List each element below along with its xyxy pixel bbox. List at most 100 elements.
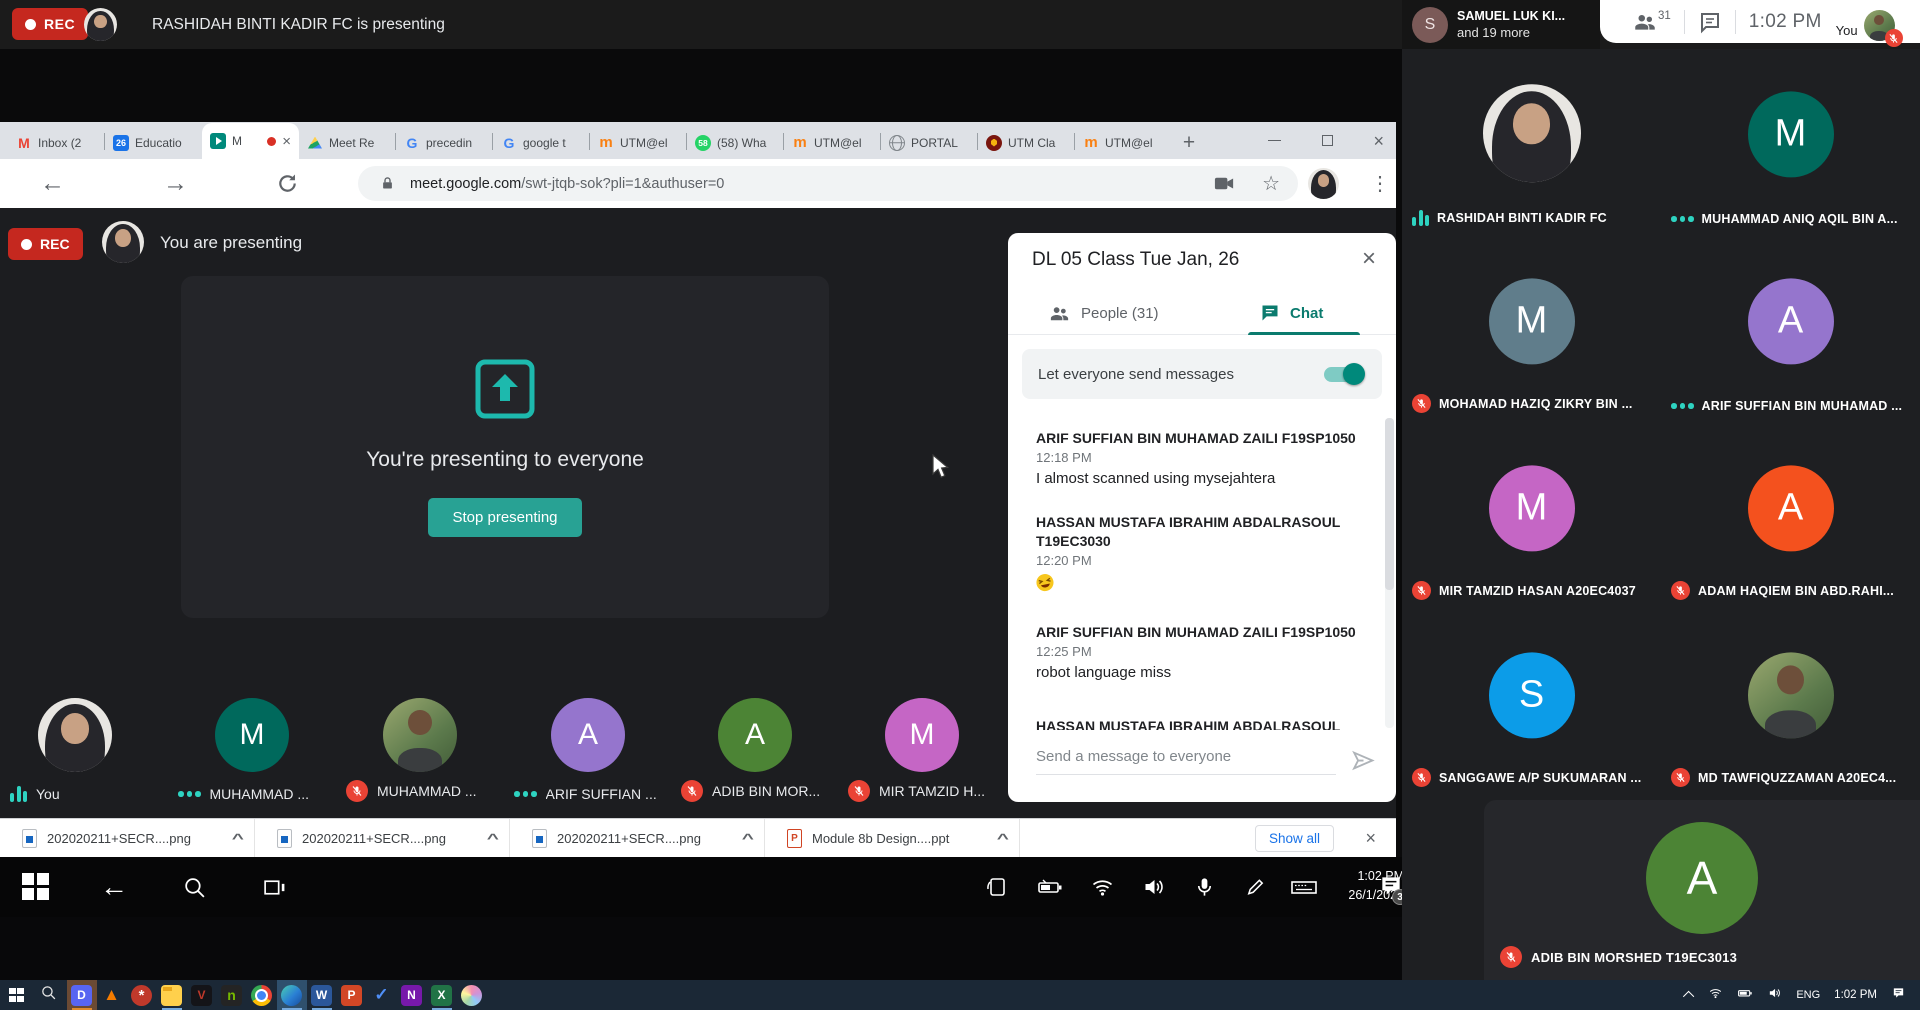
stop-presenting-button[interactable]: Stop presenting — [428, 498, 581, 537]
network-icon[interactable] — [1708, 986, 1723, 1005]
tab-people[interactable]: People (31) — [1048, 291, 1159, 335]
participant-tile[interactable]: M MUHAMMAD ... — [168, 698, 336, 806]
battery-icon[interactable] — [1037, 875, 1063, 904]
participant-tile[interactable]: M MIR TAMZID HASAN A20EC4037 — [1402, 423, 1661, 610]
browser-tab[interactable]: PORTAL — [881, 126, 978, 159]
restore-icon[interactable] — [1322, 135, 1333, 146]
speaker-icon[interactable] — [1141, 875, 1166, 904]
mic-muted-icon — [1671, 768, 1690, 787]
chat-message-input[interactable] — [1036, 738, 1336, 775]
participant-tile[interactable]: A ADIB BIN MOR... — [671, 698, 839, 806]
bookmark-star-icon[interactable]: ☆ — [1262, 171, 1280, 196]
tab-close-icon[interactable]: × — [282, 133, 291, 150]
microphone-icon[interactable] — [1193, 875, 1216, 904]
download-menu-caret-icon[interactable]: ^ — [487, 831, 499, 846]
participant-tile[interactable]: You — [0, 698, 150, 806]
clock[interactable]: 1:02 PM — [1834, 989, 1877, 1001]
participant-tile[interactable]: M MIR TAMZID H... — [838, 698, 1006, 806]
download-item[interactable]: 202020211+SECR....png ^ — [510, 819, 765, 857]
task-view-icon[interactable] — [262, 875, 287, 905]
search-icon[interactable] — [40, 984, 57, 1006]
tray-expand-icon[interactable] — [1683, 991, 1694, 1002]
chat-scrollbar[interactable] — [1385, 418, 1394, 728]
participant-tile[interactable]: A ADAM HAQIEM BIN ABD.RAHI... — [1661, 423, 1920, 610]
word-taskbar-icon[interactable] — [307, 980, 337, 1010]
download-item[interactable]: Module 8b Design....ppt ^ — [765, 819, 1020, 857]
browser-tab[interactable]: 58 (58) Wha — [687, 126, 784, 159]
minimize-icon[interactable] — [1268, 140, 1281, 142]
participant-name: ADIB BIN MOR... — [712, 783, 820, 799]
touch-keyboard-icon[interactable] — [1290, 875, 1318, 904]
language-indicator[interactable]: ENG — [1796, 989, 1820, 1001]
edge-taskbar-icon[interactable] — [277, 980, 307, 1010]
browser-tab[interactable]: Meet Re — [299, 126, 396, 159]
participant-tile[interactable]: S SANGGAWE A/P SUKUMARAN ... — [1402, 610, 1661, 797]
presenting-header: You are presenting — [160, 208, 302, 278]
close-window-icon[interactable]: × — [1373, 132, 1384, 150]
speaker-icon[interactable] — [1767, 986, 1782, 1005]
game-app-taskbar-icon[interactable] — [187, 980, 217, 1010]
paint-taskbar-icon[interactable] — [457, 980, 487, 1010]
participants-button[interactable]: 31 — [1632, 9, 1671, 35]
nvidia-taskbar-icon[interactable] — [217, 980, 247, 1010]
download-menu-caret-icon[interactable]: ^ — [997, 831, 1009, 846]
browser-profile-avatar[interactable] — [1308, 168, 1339, 199]
new-tab-button[interactable]: + — [1172, 126, 1206, 159]
start-button[interactable] — [22, 873, 49, 900]
participant-tile[interactable]: M MUHAMMAD ANIQ AQIL BIN A... — [1661, 49, 1920, 236]
file-explorer-taskbar-icon[interactable] — [157, 980, 187, 1010]
participant-tile[interactable]: A ARIF SUFFIAN BIN MUHAMAD ... — [1661, 236, 1920, 423]
excel-taskbar-icon[interactable] — [427, 980, 457, 1010]
address-bar[interactable]: meet.google.com/swt-jtqb-sok?pli=1&authu… — [358, 166, 1298, 201]
download-item[interactable]: 202020211+SECR....png ^ — [0, 819, 255, 857]
browser-tab[interactable]: m UTM@el — [590, 126, 687, 159]
people-icon — [1048, 302, 1071, 325]
participant-tile[interactable]: A ADIB BIN MORSHED T19EC3013 — [1484, 800, 1920, 980]
action-center-icon[interactable] — [1891, 986, 1906, 1005]
wifi-icon[interactable] — [1090, 875, 1115, 904]
chrome-taskbar-icon[interactable] — [247, 980, 277, 1010]
close-downloads-bar-icon[interactable]: × — [1365, 819, 1376, 858]
participant-grid: RASHIDAH BINTI KADIR FC M MUHAMMAD ANIQ … — [1402, 49, 1920, 980]
participant-tile[interactable]: RASHIDAH BINTI KADIR FC — [1402, 49, 1661, 236]
participant-tile[interactable]: MUHAMMAD ... — [336, 698, 504, 806]
discord-taskbar-icon[interactable] — [67, 980, 97, 1010]
satellite-app-taskbar-icon[interactable] — [127, 980, 157, 1010]
browser-tab[interactable]: G google t — [493, 126, 590, 159]
show-all-downloads-button[interactable]: Show all — [1255, 825, 1334, 852]
start-button[interactable] — [9, 988, 24, 1003]
browser-menu-icon[interactable]: ⋮ — [1370, 159, 1390, 208]
powerpoint-taskbar-icon[interactable] — [337, 980, 367, 1010]
allow-messages-toggle[interactable] — [1324, 367, 1362, 382]
pen-icon[interactable] — [1244, 875, 1267, 904]
download-menu-caret-icon[interactable]: ^ — [742, 831, 754, 846]
browser-tab[interactable]: 26 Educatio — [105, 126, 202, 159]
tab-chat[interactable]: Chat — [1260, 291, 1323, 335]
reload-icon[interactable] — [276, 159, 299, 208]
browser-tab[interactable]: G precedin — [396, 126, 493, 159]
todo-taskbar-icon[interactable] — [367, 980, 397, 1010]
close-panel-icon[interactable]: × — [1362, 245, 1376, 273]
participant-tile[interactable]: A ARIF SUFFIAN ... — [504, 698, 672, 806]
camera-active-icon[interactable] — [1213, 172, 1236, 195]
participant-tile[interactable]: M MOHAMAD HAZIQ ZIKRY BIN ... — [1402, 236, 1661, 423]
participant-tile[interactable]: MD TAWFIQUZZAMAN A20EC4... — [1661, 610, 1920, 797]
chat-icon[interactable] — [1698, 10, 1722, 34]
onenote-taskbar-icon[interactable] — [397, 980, 427, 1010]
back-icon[interactable]: ← — [40, 159, 65, 208]
scrollbar-thumb[interactable] — [1385, 418, 1394, 590]
vlc-taskbar-icon[interactable] — [97, 980, 127, 1010]
battery-icon[interactable] — [1737, 986, 1753, 1005]
back-icon[interactable]: ← — [100, 857, 128, 917]
download-menu-caret-icon[interactable]: ^ — [232, 831, 244, 846]
tablet-mode-icon[interactable] — [985, 875, 1009, 904]
browser-tab[interactable]: m UTM@el — [1075, 126, 1172, 159]
browser-tab[interactable]: m UTM@el — [784, 126, 881, 159]
browser-tab[interactable]: M Inbox (2 — [8, 126, 105, 159]
browser-tab[interactable]: UTM Cla — [978, 126, 1075, 159]
forward-icon[interactable]: → — [163, 159, 188, 208]
send-message-icon[interactable] — [1351, 748, 1376, 778]
search-icon[interactable] — [182, 875, 207, 905]
browser-tab[interactable]: M × — [202, 123, 299, 159]
download-item[interactable]: 202020211+SECR....png ^ — [255, 819, 510, 857]
